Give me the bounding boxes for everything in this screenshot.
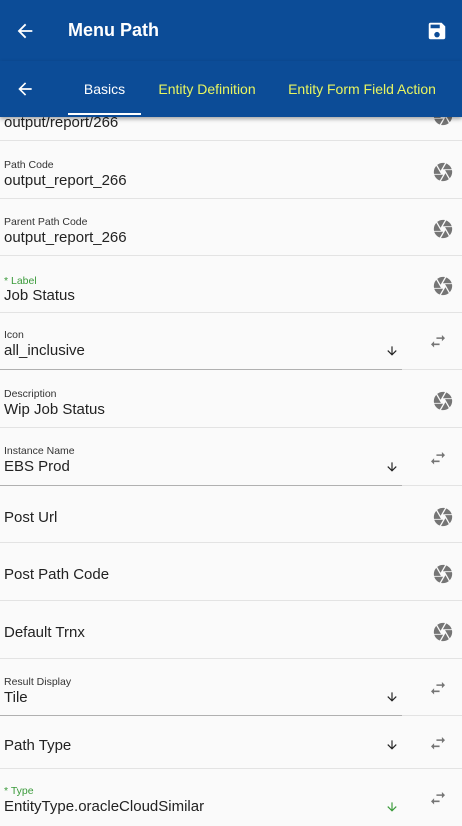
- path-type-field[interactable]: Path Type: [0, 716, 462, 769]
- camera-shutter-icon[interactable]: [432, 117, 454, 127]
- default-trnx-field[interactable]: Default Trnx: [0, 601, 462, 659]
- description-label: Description: [4, 388, 57, 400]
- instance-name-label: Instance Name: [4, 445, 75, 457]
- icon-label: Icon: [4, 329, 24, 341]
- instance-name-field[interactable]: Instance Name EBS Prod: [0, 428, 462, 486]
- description-field[interactable]: Description Wip Job Status: [0, 370, 462, 428]
- default-trnx-placeholder[interactable]: Default Trnx: [4, 624, 85, 641]
- swap-horiz-icon[interactable]: [428, 682, 448, 696]
- tab-entity-form-field-action[interactable]: Entity Form Field Action: [282, 61, 442, 117]
- post-path-code-placeholder[interactable]: Post Path Code: [4, 566, 109, 583]
- camera-shutter-icon[interactable]: [432, 161, 454, 183]
- type-value[interactable]: EntityType.oracleCloudSimilar: [4, 798, 204, 815]
- back-button[interactable]: [0, 0, 50, 61]
- path-field[interactable]: output/report/266: [0, 117, 462, 141]
- result-display-field[interactable]: Result Display Tile: [0, 659, 462, 716]
- arrow-left-icon: [18, 82, 32, 96]
- save-icon: [428, 22, 446, 39]
- swap-horiz-icon[interactable]: [428, 792, 448, 806]
- label-value[interactable]: Job Status: [4, 287, 75, 304]
- camera-shutter-icon[interactable]: [432, 275, 454, 297]
- camera-shutter-icon[interactable]: [432, 506, 454, 528]
- path-code-value[interactable]: output_report_266: [4, 172, 127, 189]
- path-type-placeholder[interactable]: Path Type: [4, 737, 71, 754]
- arrow-down-icon[interactable]: [385, 344, 399, 358]
- path-code-field[interactable]: Path Code output_report_266: [0, 141, 462, 199]
- parent-path-code-field[interactable]: Parent Path Code output_report_266: [0, 199, 462, 256]
- result-display-value[interactable]: Tile: [4, 689, 28, 706]
- save-button[interactable]: [412, 0, 462, 61]
- swap-horiz-icon[interactable]: [428, 335, 448, 349]
- tab-back-button[interactable]: [0, 61, 50, 117]
- tab-entity-definition[interactable]: Entity Definition: [152, 61, 262, 117]
- result-display-label: Result Display: [4, 676, 72, 688]
- arrow-left-icon: [17, 23, 33, 38]
- arrow-down-icon[interactable]: [385, 460, 399, 474]
- camera-shutter-icon[interactable]: [432, 218, 454, 240]
- post-path-code-field[interactable]: Post Path Code: [0, 543, 462, 601]
- label-label: * Label: [4, 275, 37, 287]
- type-field[interactable]: * Type EntityType.oracleCloudSimilar: [0, 769, 462, 826]
- tab-bar: Basics Entity Definition Entity Form Fie…: [0, 61, 462, 117]
- swap-horiz-icon[interactable]: [428, 737, 448, 751]
- camera-shutter-icon[interactable]: [432, 390, 454, 412]
- instance-name-value[interactable]: EBS Prod: [4, 458, 70, 475]
- icon-field[interactable]: Icon all_inclusive: [0, 313, 462, 370]
- path-code-label: Path Code: [4, 159, 54, 171]
- label-field[interactable]: * Label Job Status: [0, 256, 462, 313]
- icon-value[interactable]: all_inclusive: [4, 342, 85, 359]
- arrow-down-icon[interactable]: [385, 690, 399, 704]
- parent-path-code-value[interactable]: output_report_266: [4, 229, 127, 246]
- type-label: * Type: [4, 785, 34, 797]
- swap-horiz-icon[interactable]: [428, 452, 448, 466]
- arrow-down-icon[interactable]: [385, 800, 399, 814]
- tab-basics[interactable]: Basics: [68, 61, 141, 117]
- camera-shutter-icon[interactable]: [432, 621, 454, 643]
- parent-path-code-label: Parent Path Code: [4, 216, 88, 228]
- app-bar: Menu Path: [0, 0, 462, 61]
- post-url-placeholder[interactable]: Post Url: [4, 509, 57, 526]
- camera-shutter-icon[interactable]: [432, 563, 454, 585]
- description-value[interactable]: Wip Job Status: [4, 401, 105, 418]
- arrow-down-icon[interactable]: [385, 738, 399, 752]
- post-url-field[interactable]: Post Url: [0, 486, 462, 543]
- field-list[interactable]: output/report/266 Path Code output_repor…: [0, 117, 462, 826]
- page-title: Menu Path: [68, 20, 160, 40]
- path-value[interactable]: output/report/266: [4, 117, 118, 131]
